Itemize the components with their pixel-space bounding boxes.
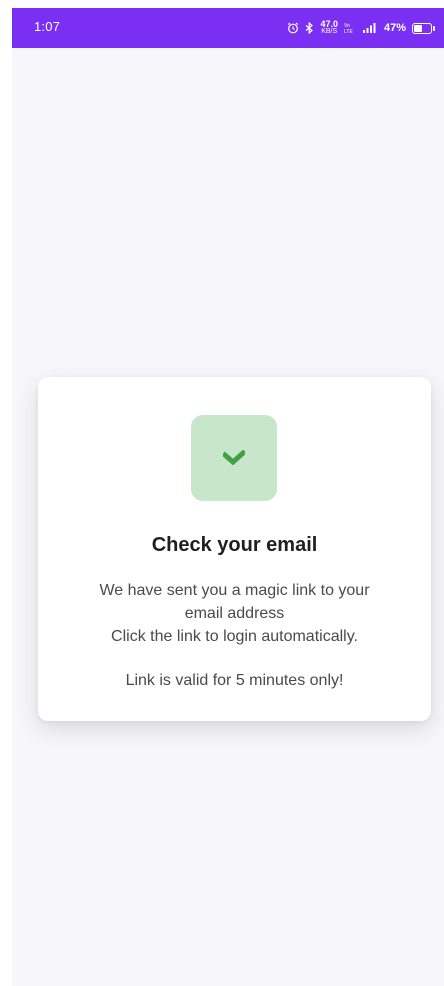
message-line: We have sent you a magic link to your <box>99 582 370 599</box>
battery-icon <box>412 22 435 34</box>
battery-level-fill <box>414 24 422 32</box>
hd-volte-icon: Vo LTE <box>344 22 356 34</box>
net-speed-value: 47.0 <box>320 19 338 29</box>
alarm-icon <box>287 22 299 34</box>
message-line: email address <box>184 605 285 622</box>
signal-icon <box>362 22 378 34</box>
check-icon <box>223 450 245 466</box>
network-speed-indicator: 47.0 KB/S <box>320 20 338 36</box>
success-tile <box>191 415 277 501</box>
battery-percent: 47% <box>383 22 406 34</box>
card-title: Check your email <box>151 534 318 556</box>
bluetooth-icon <box>305 22 314 34</box>
net-speed-unit: KB/S <box>321 28 338 35</box>
email-sent-card: Check your email We have sent you a magi… <box>38 377 431 721</box>
link-validity-note: Link is valid for 5 minutes only! <box>125 672 344 689</box>
svg-text:LTE: LTE <box>344 29 353 34</box>
status-icons: 47.0 KB/S Vo LTE 47% <box>287 18 435 38</box>
app-screen: 1:07 47.0 KB/S Vo LTE 47% Check your ema… <box>12 8 444 986</box>
card-message: We have sent you a magic link to your em… <box>58 579 411 648</box>
message-line: Click the link to login automatically. <box>111 628 358 645</box>
status-time: 1:07 <box>34 19 61 34</box>
status-bar: 1:07 47.0 KB/S Vo LTE 47% <box>12 8 444 48</box>
